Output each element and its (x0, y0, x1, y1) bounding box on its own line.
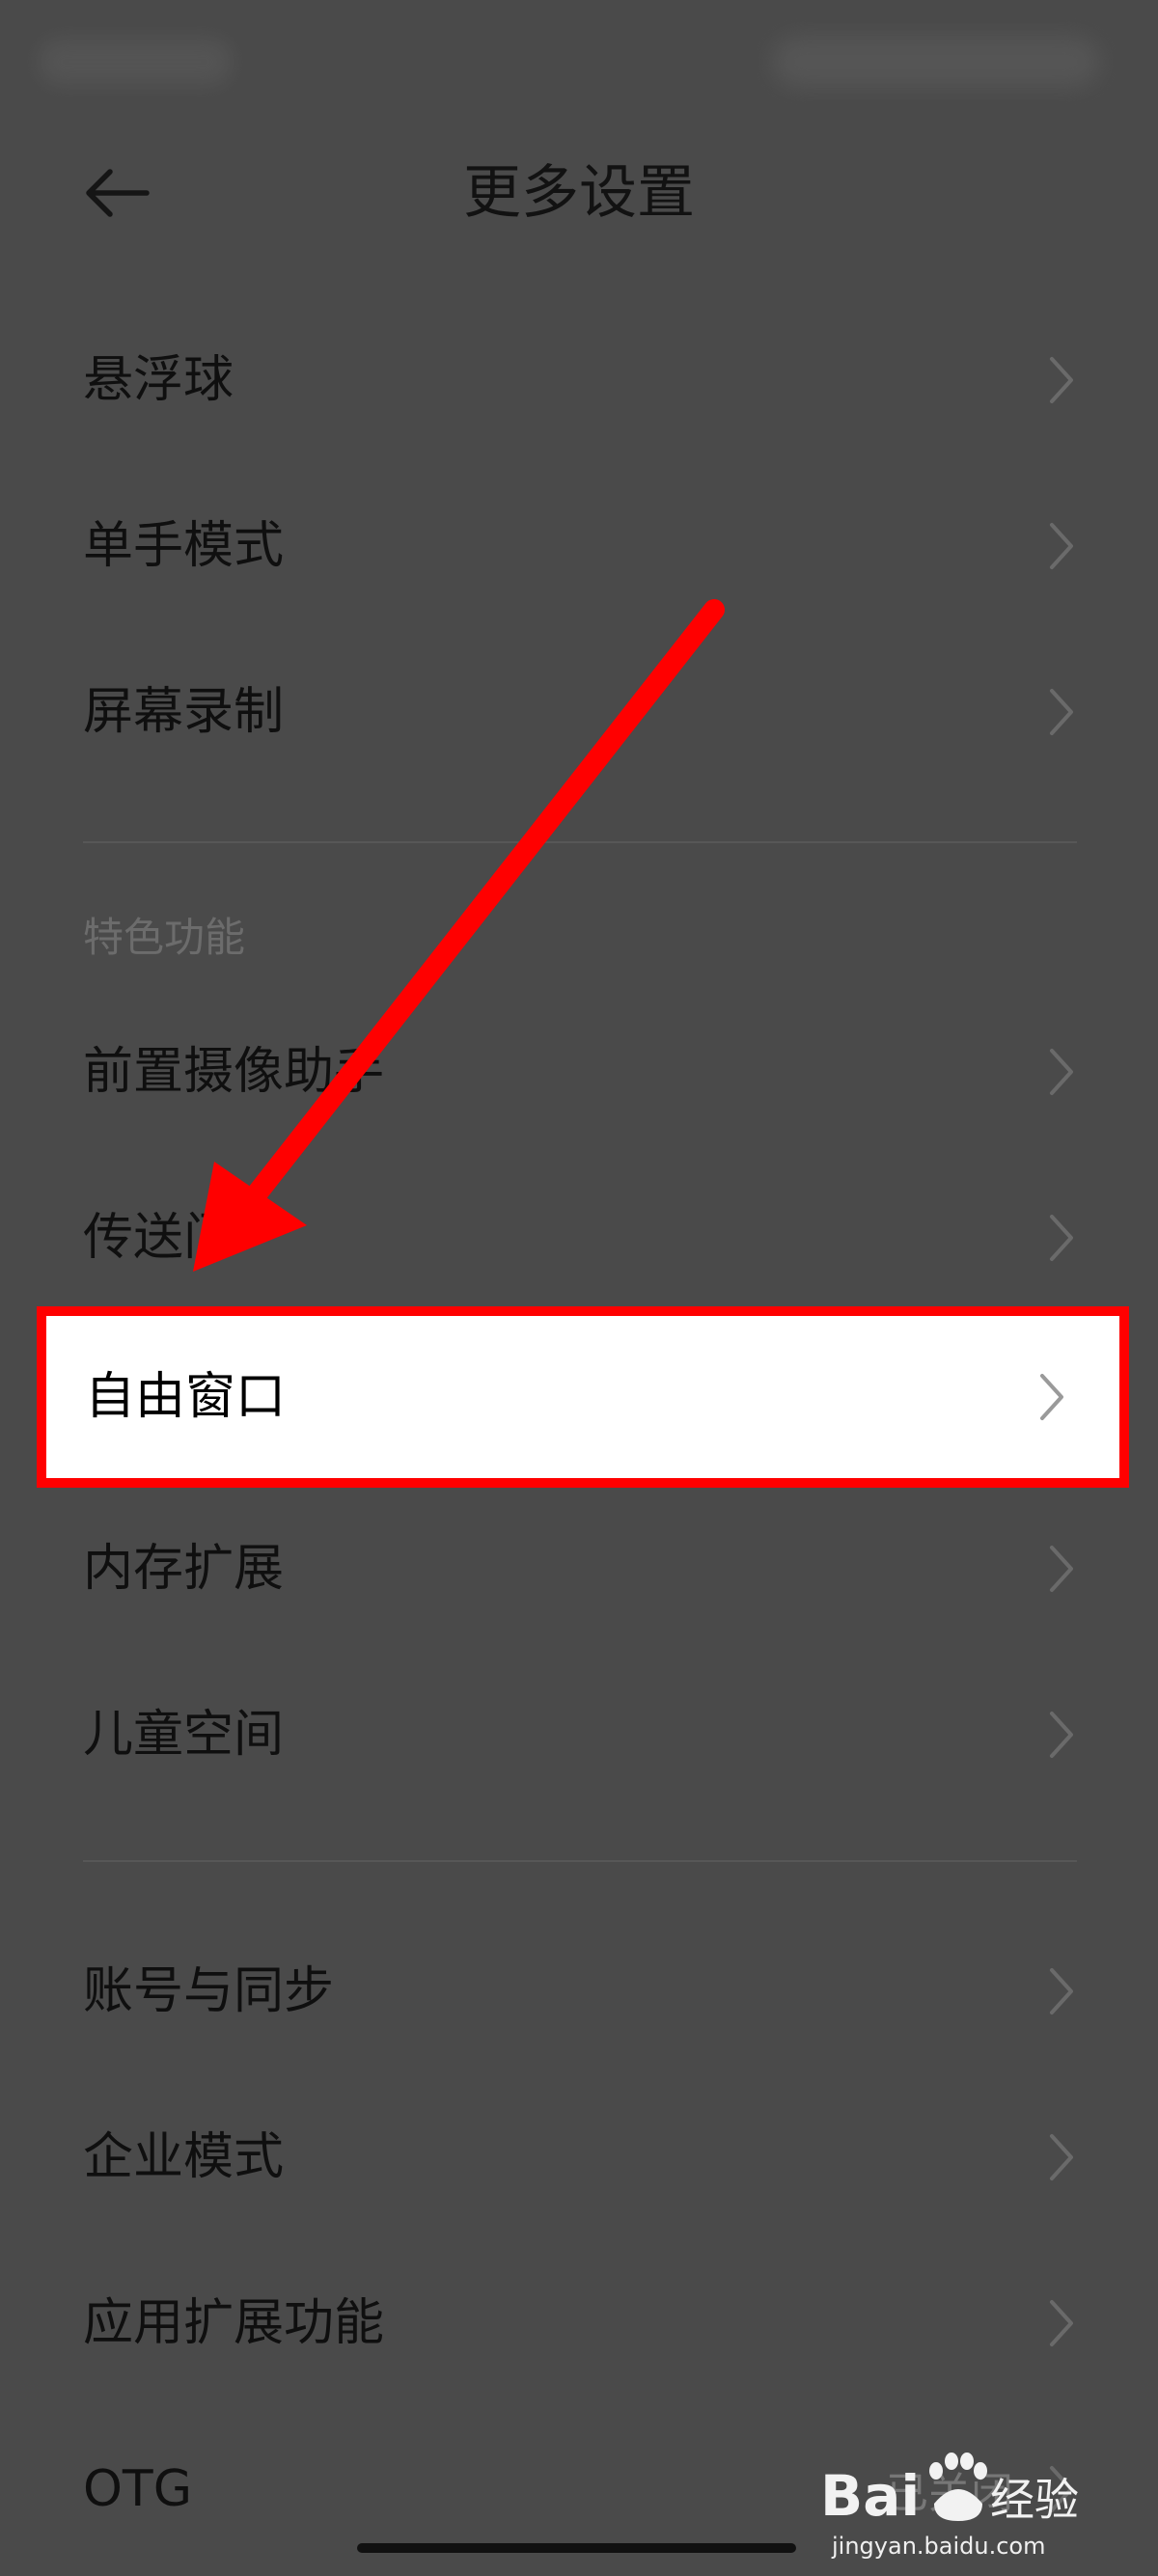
list-item-label: 企业模式 (83, 2128, 285, 2186)
svg-text:Bai: Bai (820, 2463, 920, 2529)
chevron-right-icon (1050, 2134, 1073, 2180)
chevron-right-icon (1050, 1215, 1073, 1261)
settings-group-features-cont: 内存扩展 儿童空间 (0, 1486, 1158, 1818)
list-item-label: 单手模式 (83, 517, 285, 575)
list-item-label: 屏幕录制 (83, 683, 285, 741)
baidu-logo-icon: Bai 经验 (820, 2453, 1079, 2529)
watermark-url: jingyan.baidu.com (832, 2533, 1046, 2560)
list-item-label: 内存扩展 (83, 1540, 285, 1598)
chevron-right-icon (1050, 2300, 1073, 2346)
list-item-label: 儿童空间 (83, 1706, 285, 1764)
list-item-app-extensions[interactable]: 应用扩展功能 (0, 2240, 1158, 2406)
header: 更多设置 (0, 125, 1158, 260)
chevron-right-icon (1050, 357, 1073, 403)
section-label-features: 特色功能 (83, 914, 246, 961)
status-bar (0, 0, 1158, 116)
svg-text:经验: 经验 (990, 2474, 1079, 2526)
status-icons-blurred (772, 37, 1100, 87)
list-item-enterprise-mode[interactable]: 企业模式 (0, 2074, 1158, 2240)
list-item-portal[interactable]: 传送门 (0, 1155, 1158, 1321)
list-item-floating-ball[interactable]: 悬浮球 (0, 297, 1158, 463)
chevron-right-icon (1050, 523, 1073, 569)
list-item-label: 账号与同步 (83, 1962, 335, 2020)
settings-group-1: 悬浮球 单手模式 屏幕录制 (0, 297, 1158, 795)
list-item-front-camera-assistant[interactable]: 前置摄像助手 (0, 989, 1158, 1155)
chevron-right-icon (1050, 1712, 1073, 1758)
status-time-blurred (39, 39, 232, 85)
list-item-label: 自由窗口 (85, 1368, 287, 1426)
list-item-screen-recording[interactable]: 屏幕录制 (0, 629, 1158, 795)
list-item-kids-space[interactable]: 儿童空间 (0, 1652, 1158, 1818)
baidu-jingyan-watermark: Bai 经验 jingyan.baidu.com (820, 2446, 1090, 2562)
list-item-label: 前置摄像助手 (83, 1043, 385, 1101)
list-item-label: 悬浮球 (83, 351, 234, 409)
chevron-right-icon (1040, 1374, 1063, 1420)
chevron-right-icon (1050, 1546, 1073, 1592)
list-item-label: 应用扩展功能 (83, 2294, 385, 2352)
list-item-memory-extension[interactable]: 内存扩展 (0, 1486, 1158, 1652)
page-title: 更多设置 (463, 159, 695, 227)
list-item-one-hand-mode[interactable]: 单手模式 (0, 463, 1158, 629)
list-item-label: 传送门 (83, 1209, 234, 1267)
chevron-right-icon (1050, 1049, 1073, 1095)
home-indicator[interactable] (357, 2543, 796, 2553)
list-item-account-sync[interactable]: 账号与同步 (0, 1908, 1158, 2074)
divider (83, 1860, 1077, 1862)
chevron-right-icon (1050, 1968, 1073, 2014)
divider (83, 841, 1077, 843)
settings-group-features: 前置摄像助手 传送门 (0, 989, 1158, 1321)
list-item-label: OTG (83, 2460, 192, 2518)
chevron-right-icon (1050, 689, 1073, 735)
screen: 更多设置 悬浮球 单手模式 屏幕录制 特色功能 前置摄像助手 传送门 自由窗口 (0, 0, 1158, 2576)
list-item-free-window[interactable]: 自由窗口 (37, 1306, 1129, 1488)
